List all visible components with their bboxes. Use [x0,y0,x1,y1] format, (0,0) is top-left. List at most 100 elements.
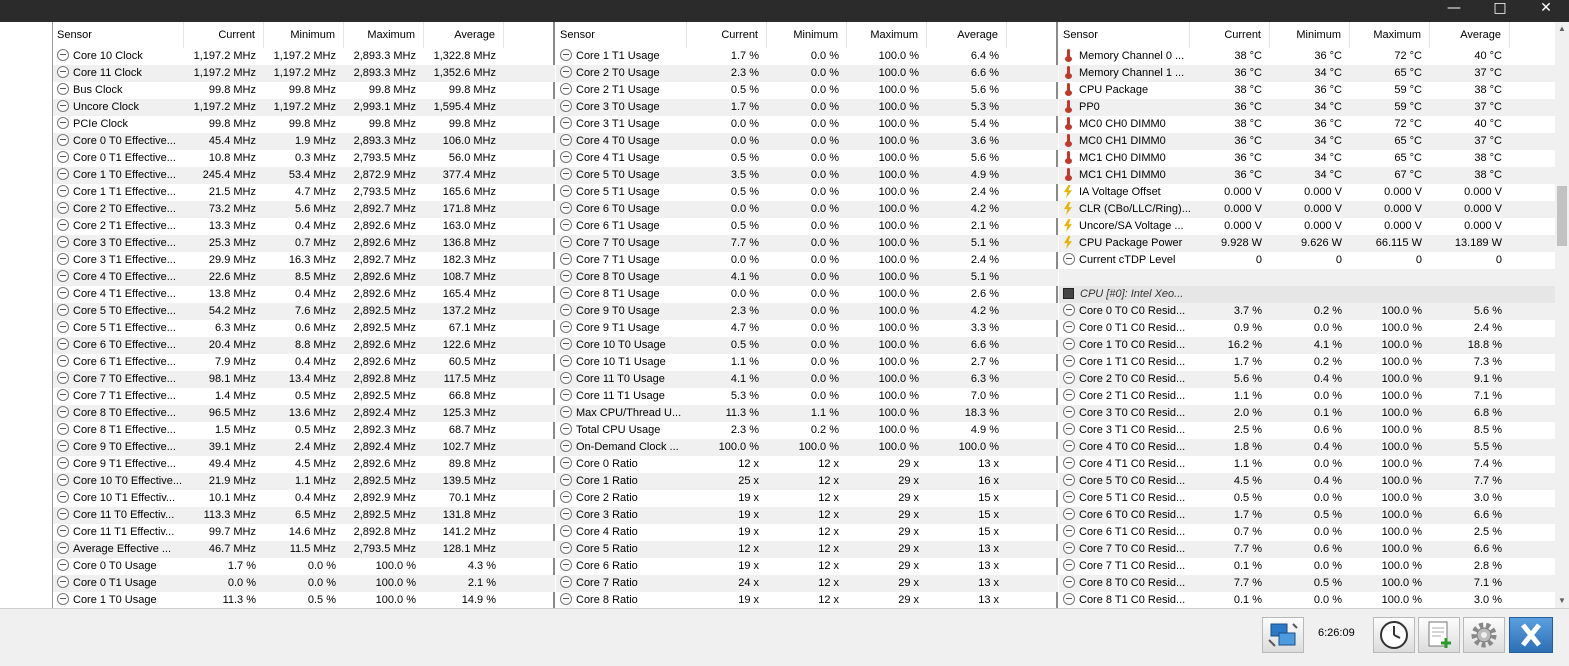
sensor-row[interactable]: Core 7 T1 Usage 0.0 % 0.0 % 100.0 % 2.4 % [556,252,1058,269]
add-report-button[interactable] [1418,617,1460,653]
sensor-row[interactable]: Core 7 T0 C0 Resid... 7.7 % 0.6 % 100.0 % 6.… [1059,541,1555,558]
sensor-row[interactable]: Core 1 T1 C0 Resid... 1.7 % 0.2 % 100.0 % 7.… [1059,354,1555,371]
sensor-row[interactable]: Core 4 T1 Effective... 13.8 MHz 0.4 MHz 2,8… [53,286,555,303]
sensor-row[interactable]: Core 6 T1 Effective... 7.9 MHz 0.4 MHz 2,89… [53,354,555,371]
sensor-row[interactable]: PP0 36 °C 34 °C 59 °C 37 °C [1059,99,1555,116]
sensor-row[interactable]: Core 4 T1 Usage 0.5 % 0.0 % 100.0 % 5.6 % [556,150,1058,167]
sensor-row[interactable]: Uncore/SA Voltage ... 0.000 V 0.000 V 0.000… [1059,218,1555,235]
sensor-row[interactable]: Average Effective ... 46.7 MHz 11.5 MHz 2,7… [53,541,555,558]
sensor-row[interactable]: Core 10 T0 Effective... 21.9 MHz 1.1 MHz 2,… [53,473,555,490]
sensor-row[interactable]: Core 2 T0 Effective... 73.2 MHz 5.6 MHz 2,8… [53,201,555,218]
sensor-row[interactable]: Core 1 T0 Usage 11.3 % 0.5 % 100.0 % 14.9 % [53,592,555,608]
sensor-row[interactable]: Core 8 T0 C0 Resid... 7.7 % 0.5 % 100.0 % 7.… [1059,575,1555,592]
sensor-row[interactable]: Core 9 T0 Effective... 39.1 MHz 2.4 MHz 2,8… [53,439,555,456]
column-header-average[interactable]: Average [927,22,1007,48]
sensor-row[interactable]: Core 7 T0 Effective... 98.1 MHz 13.4 MHz 2,… [53,371,555,388]
sensor-row[interactable]: Core 5 T1 Usage 0.5 % 0.0 % 100.0 % 2.4 % [556,184,1058,201]
vertical-scrollbar[interactable]: ▲ ▼ [1555,22,1569,608]
sensor-row[interactable]: Core 0 T0 C0 Resid... 3.7 % 0.2 % 100.0 % 5.… [1059,303,1555,320]
column-header-average[interactable]: Average [424,22,504,48]
sensor-row[interactable]: IA Voltage Offset 0.000 V 0.000 V 0.000 V 0.… [1059,184,1555,201]
column-header-minimum[interactable]: Minimum [264,22,344,48]
sensor-row[interactable]: Core 11 Clock 1,197.2 MHz 1,197.2 MHz 2,893… [53,65,555,82]
sensor-row[interactable]: Core 8 T0 Usage 4.1 % 0.0 % 100.0 % 5.1 % [556,269,1058,286]
sensor-row[interactable]: Core 4 T0 Usage 0.0 % 0.0 % 100.0 % 3.6 % [556,133,1058,150]
sensor-row[interactable]: Core 0 T1 Usage 0.0 % 0.0 % 100.0 % 2.1 % [53,575,555,592]
sensor-row[interactable]: Memory Channel 1 ... 36 °C 34 °C 65 °C 37 °C [1059,65,1555,82]
sensor-row[interactable]: Core 3 T0 Effective... 25.3 MHz 0.7 MHz 2,8… [53,235,555,252]
clock-button[interactable] [1373,617,1415,653]
sensor-row[interactable]: Core 6 T1 C0 Resid... 0.7 % 0.0 % 100.0 % 2.… [1059,524,1555,541]
sensor-row[interactable]: Max CPU/Thread U... 11.3 % 1.1 % 100.0 % 18.… [556,405,1058,422]
sensor-row[interactable]: Core 1 T1 Usage 1.7 % 0.0 % 100.0 % 6.4 % [556,48,1058,65]
sensor-row[interactable]: CLR (CBo/LLC/Ring)... 0.000 V 0.000 V 0.000… [1059,201,1555,218]
sensor-row[interactable]: Core 5 T0 Usage 3.5 % 0.0 % 100.0 % 4.9 % [556,167,1058,184]
column-header-current[interactable]: Current [687,22,767,48]
sensor-row[interactable]: Core 0 T1 C0 Resid... 0.9 % 0.0 % 100.0 % 2.… [1059,320,1555,337]
sensor-row[interactable]: Core 0 T0 Effective... 45.4 MHz 1.9 MHz 2,8… [53,133,555,150]
maximize-icon[interactable]: □ [1477,0,1523,22]
column-header-maximum[interactable]: Maximum [344,22,424,48]
sensor-row[interactable]: Core 9 T1 Usage 4.7 % 0.0 % 100.0 % 3.3 % [556,320,1058,337]
sensor-row[interactable]: Core 5 T0 Effective... 54.2 MHz 7.6 MHz 2,8… [53,303,555,320]
sensor-row[interactable] [1059,269,1555,286]
column-header-sensor[interactable]: Sensor [53,22,184,48]
column-header-current[interactable]: Current [1190,22,1270,48]
sensor-row[interactable]: MC1 CH1 DIMM0 36 °C 34 °C 67 °C 38 °C [1059,167,1555,184]
sensor-row[interactable]: Core 2 Ratio 19 x 12 x 29 x 15 x [556,490,1058,507]
scroll-down-icon[interactable]: ▼ [1555,594,1569,608]
sensor-row[interactable]: Core 10 T1 Effectiv... 10.1 MHz 0.4 MHz 2,8… [53,490,555,507]
sensor-row[interactable]: Core 5 T1 C0 Resid... 0.5 % 0.0 % 100.0 % 3.… [1059,490,1555,507]
column-header-minimum[interactable]: Minimum [767,22,847,48]
sensor-row[interactable]: Core 6 Ratio 19 x 12 x 29 x 13 x [556,558,1058,575]
sensor-row[interactable]: Core 11 T1 Effectiv... 99.7 MHz 14.6 MHz 2,… [53,524,555,541]
sensor-row[interactable]: CPU Package Power 9.928 W 9.626 W 66.115 W 1… [1059,235,1555,252]
sensor-row[interactable]: Memory Channel 0 ... 38 °C 36 °C 72 °C 40 °C [1059,48,1555,65]
sensor-row[interactable]: Core 4 T0 Effective... 22.6 MHz 8.5 MHz 2,8… [53,269,555,286]
sensor-row[interactable]: Core 5 T0 C0 Resid... 4.5 % 0.4 % 100.0 % 7.… [1059,473,1555,490]
sensor-row[interactable]: Core 1 T0 C0 Resid... 16.2 % 4.1 % 100.0 % 1… [1059,337,1555,354]
sensor-row[interactable]: Core 7 T1 C0 Resid... 0.1 % 0.0 % 100.0 % 2.… [1059,558,1555,575]
sensor-row[interactable]: Core 8 T1 C0 Resid... 0.1 % 0.0 % 100.0 % 3.… [1059,592,1555,608]
sensor-row[interactable]: Core 0 Ratio 12 x 12 x 29 x 13 x [556,456,1058,473]
sensor-row[interactable]: Core 4 T1 C0 Resid... 1.1 % 0.0 % 100.0 % 7.… [1059,456,1555,473]
minimize-icon[interactable]: — [1431,0,1477,22]
sensor-row[interactable]: Current cTDP Level 0 0 0 0 [1059,252,1555,269]
column-header-sensor[interactable]: Sensor [556,22,687,48]
close-sensors-button[interactable] [1509,617,1553,653]
sensor-row[interactable]: MC0 CH0 DIMM0 38 °C 36 °C 72 °C 40 °C [1059,116,1555,133]
sensor-row[interactable]: Core 11 T0 Usage 4.1 % 0.0 % 100.0 % 6.3 % [556,371,1058,388]
sensor-row[interactable]: Core 11 T0 Effectiv... 113.3 MHz 6.5 MHz 2,… [53,507,555,524]
sensor-row[interactable]: On-Demand Clock ... 100.0 % 100.0 % 100.0 %… [556,439,1058,456]
sensor-row[interactable]: Core 9 T0 Usage 2.3 % 0.0 % 100.0 % 4.2 % [556,303,1058,320]
sensor-row[interactable]: Core 0 T1 Effective... 10.8 MHz 0.3 MHz 2,7… [53,150,555,167]
sensor-row[interactable]: Core 6 T1 Usage 0.5 % 0.0 % 100.0 % 2.1 % [556,218,1058,235]
sensor-row[interactable]: Core 10 T1 Usage 1.1 % 0.0 % 100.0 % 2.7 % [556,354,1058,371]
column-header-maximum[interactable]: Maximum [847,22,927,48]
sensor-row[interactable]: Core 2 T0 Usage 2.3 % 0.0 % 100.0 % 6.6 % [556,65,1058,82]
sensor-row[interactable]: Core 4 Ratio 19 x 12 x 29 x 15 x [556,524,1058,541]
sensor-row[interactable]: Core 7 T0 Usage 7.7 % 0.0 % 100.0 % 5.1 % [556,235,1058,252]
sensor-row[interactable]: Core 0 T0 Usage 1.7 % 0.0 % 100.0 % 4.3 % [53,558,555,575]
network-button[interactable] [1262,617,1304,653]
sensor-row[interactable]: Core 2 T0 C0 Resid... 5.6 % 0.4 % 100.0 % 9.… [1059,371,1555,388]
sensor-row[interactable]: Core 8 T1 Usage 0.0 % 0.0 % 100.0 % 2.6 % [556,286,1058,303]
sensor-row[interactable]: Core 3 T0 Usage 1.7 % 0.0 % 100.0 % 5.3 % [556,99,1058,116]
sensor-row[interactable]: MC0 CH1 DIMM0 36 °C 34 °C 65 °C 37 °C [1059,133,1555,150]
sensor-row[interactable]: Core 10 Clock 1,197.2 MHz 1,197.2 MHz 2,893… [53,48,555,65]
sensor-row[interactable]: Core 8 T1 Effective... 1.5 MHz 0.5 MHz 2,89… [53,422,555,439]
close-icon[interactable]: ✕ [1523,0,1569,22]
sensor-row[interactable]: Core 10 T0 Usage 0.5 % 0.0 % 100.0 % 6.6 % [556,337,1058,354]
scroll-up-icon[interactable]: ▲ [1555,22,1569,36]
sensor-row[interactable]: Core 4 T0 C0 Resid... 1.8 % 0.4 % 100.0 % 5.… [1059,439,1555,456]
sensor-row[interactable]: Uncore Clock 1,197.2 MHz 1,197.2 MHz 2,993.… [53,99,555,116]
column-header-minimum[interactable]: Minimum [1270,22,1350,48]
sensor-row[interactable]: PCIe Clock 99.8 MHz 99.8 MHz 99.8 MHz 99.8 M… [53,116,555,133]
column-header-maximum[interactable]: Maximum [1350,22,1430,48]
sensor-row[interactable]: Core 5 Ratio 12 x 12 x 29 x 13 x [556,541,1058,558]
column-header-average[interactable]: Average [1430,22,1510,48]
sensor-group-header[interactable]: CPU [#0]: Intel Xeo... [1059,286,1555,303]
sensor-row[interactable]: Core 3 T1 Usage 0.0 % 0.0 % 100.0 % 5.4 % [556,116,1058,133]
sensor-row[interactable]: Core 3 T1 C0 Resid... 2.5 % 0.6 % 100.0 % 8.… [1059,422,1555,439]
sensor-row[interactable]: Core 6 T0 Effective... 20.4 MHz 8.8 MHz 2,8… [53,337,555,354]
